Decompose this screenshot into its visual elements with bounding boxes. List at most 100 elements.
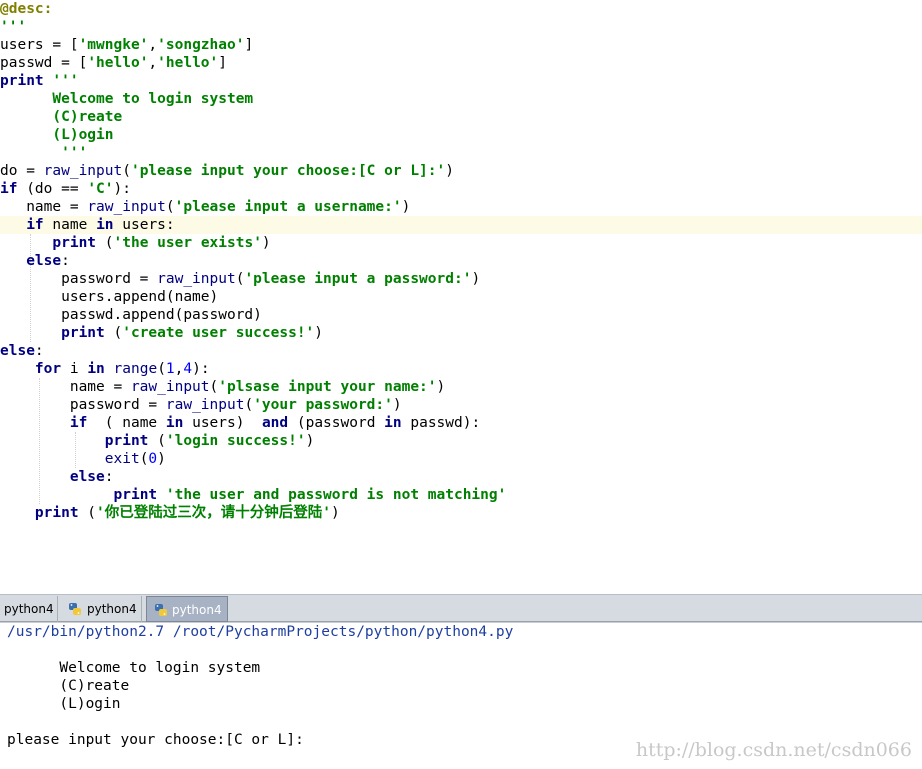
code-token: ] (244, 37, 254, 53)
console-input-prompt[interactable]: please input your choose:[C or L]: (7, 731, 304, 749)
code-token: password = (0, 397, 166, 413)
code-line: else: (0, 252, 70, 270)
code-token: users) (183, 415, 262, 431)
console-output-line: (C)reate (7, 678, 130, 694)
code-line: ''' (0, 18, 26, 36)
code-token: ( (209, 379, 219, 395)
python-icon (69, 603, 81, 615)
code-line: print ''' (0, 72, 79, 90)
code-token: and (261, 415, 289, 431)
tab-python4-1[interactable]: python4 (0, 596, 58, 622)
code-token: @desc: (0, 1, 53, 17)
code-token: in (87, 361, 105, 377)
code-token: range (113, 361, 158, 377)
code-token: ( (78, 505, 97, 521)
code-editor[interactable]: @desc: ''' users = ['mwngke','songzhao'] pa… (0, 0, 922, 594)
code-token: ( (148, 433, 166, 449)
code-token: ) (401, 199, 411, 215)
code-token: i (61, 361, 88, 377)
code-token: ( (165, 199, 175, 215)
code-line: (L)ogin (0, 126, 113, 144)
code-token: , (148, 37, 158, 53)
code-token: users.append(name) (0, 289, 219, 305)
code-token: ( (96, 235, 114, 251)
code-token: 'please input a username:' (174, 199, 402, 215)
code-token: 'plsase input your name:' (218, 379, 437, 395)
console-output-line: Welcome to login system (7, 660, 261, 676)
tab-label: python4 (4, 602, 54, 616)
code-token: users = [ (0, 37, 79, 53)
code-token: 1 (165, 361, 175, 377)
code-token: 'hello' (87, 55, 149, 71)
code-token: , (148, 55, 158, 71)
code-line: do = raw_input('please input your choose… (0, 162, 454, 180)
code-token: ''' (52, 73, 79, 89)
code-token: 'songzhao' (157, 37, 245, 53)
code-line: passwd = ['hello','hello'] (0, 54, 227, 72)
code-token: print (104, 433, 149, 449)
code-token: ] (218, 55, 227, 71)
code-token: exit (104, 451, 140, 467)
code-token: raw_input (165, 397, 245, 413)
code-line: print ('create user success!') (0, 324, 323, 342)
code-line: password = raw_input('please input a pas… (0, 270, 480, 288)
code-line: if (do == 'C'): (0, 180, 131, 198)
code-token: ) (392, 397, 402, 413)
code-token: ): (192, 361, 210, 377)
code-token: name (43, 217, 97, 233)
code-token: ) (305, 433, 315, 449)
tab-label: python4 (172, 603, 222, 617)
code-token: do = (0, 163, 44, 179)
code-line: passwd.append(password) (0, 306, 262, 324)
code-token: 'login success!' (165, 433, 306, 449)
run-console[interactable]: /usr/bin/python2.7 /root/PycharmProjects… (0, 622, 922, 769)
code-token: ( (244, 397, 254, 413)
code-token: if (26, 217, 44, 233)
code-token: 'mwngke' (78, 37, 149, 53)
code-token: ) (314, 325, 324, 341)
code-token: (do == (17, 181, 88, 197)
code-token: 0 (148, 451, 158, 467)
code-token: ( name (87, 415, 166, 431)
code-token: else (0, 343, 35, 359)
code-line: ''' (0, 144, 87, 162)
code-line: if name in users: (0, 216, 175, 234)
code-token: ) (445, 163, 454, 179)
code-line: else: (0, 342, 44, 360)
code-token: ''' (0, 19, 27, 35)
code-line: password = raw_input('your password:') (0, 396, 402, 414)
code-token: print (34, 505, 79, 521)
tab-python4-3[interactable]: python4 (146, 596, 228, 622)
code-line: @desc: (0, 0, 52, 18)
code-line: if ( name in users) and (password in pas… (0, 414, 480, 432)
code-token: 'create user success!' (122, 325, 315, 341)
code-token: ) (157, 451, 166, 467)
code-token: if (69, 415, 88, 431)
code-token: else (69, 469, 105, 485)
code-line: print ('the user exists') (0, 234, 270, 252)
code-token: ''' (0, 145, 88, 161)
code-token: 'the user and password is not matching' (165, 487, 507, 503)
code-token: ( (122, 163, 131, 179)
code-token: for (34, 361, 62, 377)
tab-python4-2[interactable]: python4 (62, 596, 142, 622)
code-line: print ('你已登陆过三次，请十分钟后登陆') (0, 504, 340, 522)
code-token: users: (113, 217, 175, 233)
code-token: name = (0, 379, 131, 395)
code-token: ) (331, 505, 340, 521)
code-token: print (113, 487, 158, 503)
code-line: print ('login success!') (0, 432, 315, 450)
code-token: 'your password:' (253, 397, 393, 413)
code-token: ( (157, 361, 166, 377)
code-token: passwd.append(password) (0, 307, 262, 323)
code-line: print 'the user and password is not matc… (0, 486, 507, 504)
code-line: exit(0) (0, 450, 166, 468)
code-token: : (104, 469, 114, 485)
